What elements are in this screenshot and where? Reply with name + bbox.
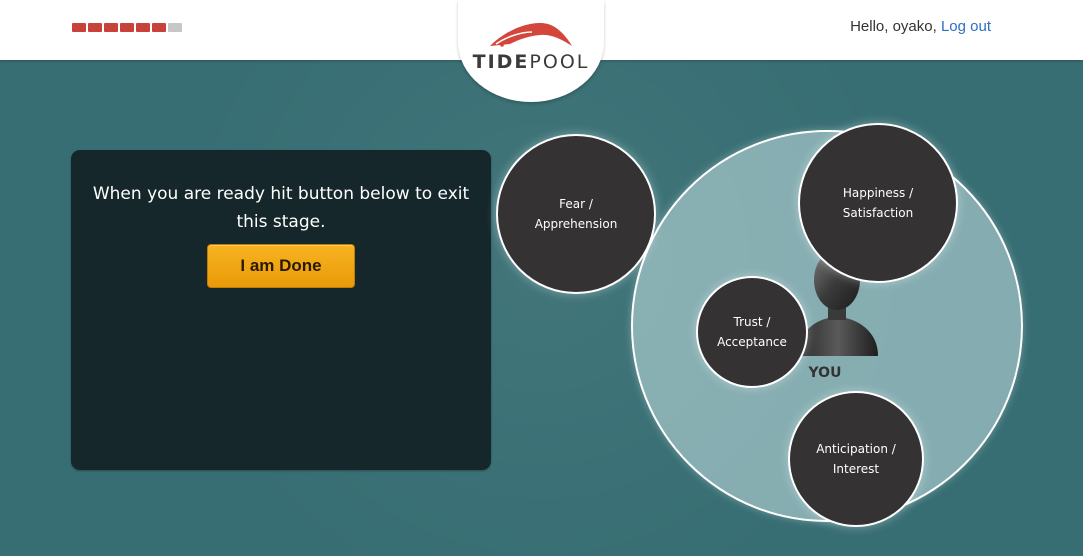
logout-link[interactable]: Log out [941, 18, 991, 35]
logo-text-bold: TIDE [472, 51, 530, 73]
logo-wordmark: TIDEPOOL [458, 51, 604, 73]
emotion-circle-anticipation[interactable]: Anticipation / Interest [788, 391, 924, 527]
progress-segment [120, 23, 134, 32]
emotion-circle-text: Trust / Acceptance [717, 312, 787, 352]
emotion-line2: Satisfaction [842, 206, 914, 220]
instruction-panel: When you are ready hit button below to e… [71, 150, 491, 470]
i-am-done-button[interactable]: I am Done [207, 244, 355, 288]
progress-segment [72, 23, 86, 32]
progress-segment [104, 23, 118, 32]
emotion-circle-text: Fear / Apprehension [535, 194, 618, 234]
emotion-line2: Apprehension [534, 217, 618, 231]
emotion-line2: Interest [832, 462, 880, 476]
emotion-line1: Anticipation / [816, 442, 896, 456]
emotion-line1: Trust / [733, 315, 771, 329]
stage-progress-bar [72, 23, 182, 32]
you-label: YOU [808, 365, 842, 381]
emotion-circle-happiness[interactable]: Happiness / Satisfaction [798, 123, 958, 283]
progress-segment [152, 23, 166, 32]
emotion-circle-fear[interactable]: Fear / Apprehension [496, 134, 656, 294]
logo-text-light: POOL [529, 51, 590, 73]
wave-logo-icon [490, 22, 572, 47]
progress-segment [88, 23, 102, 32]
greeting-text: Hello, oyako, [850, 18, 937, 35]
emotion-circle-text: Happiness / Satisfaction [843, 183, 913, 223]
emotion-line2: Acceptance [717, 335, 787, 349]
user-greeting: Hello, oyako, Log out [850, 18, 991, 35]
progress-segment [136, 23, 150, 32]
progress-segment [168, 23, 182, 32]
emotion-circle-text: Anticipation / Interest [816, 439, 896, 479]
instruction-message: When you are ready hit button below to e… [92, 184, 470, 232]
emotion-circle-trust[interactable]: Trust / Acceptance [696, 276, 808, 388]
emotion-line1: Happiness / [842, 186, 914, 200]
emotion-line1: Fear / [559, 197, 593, 211]
